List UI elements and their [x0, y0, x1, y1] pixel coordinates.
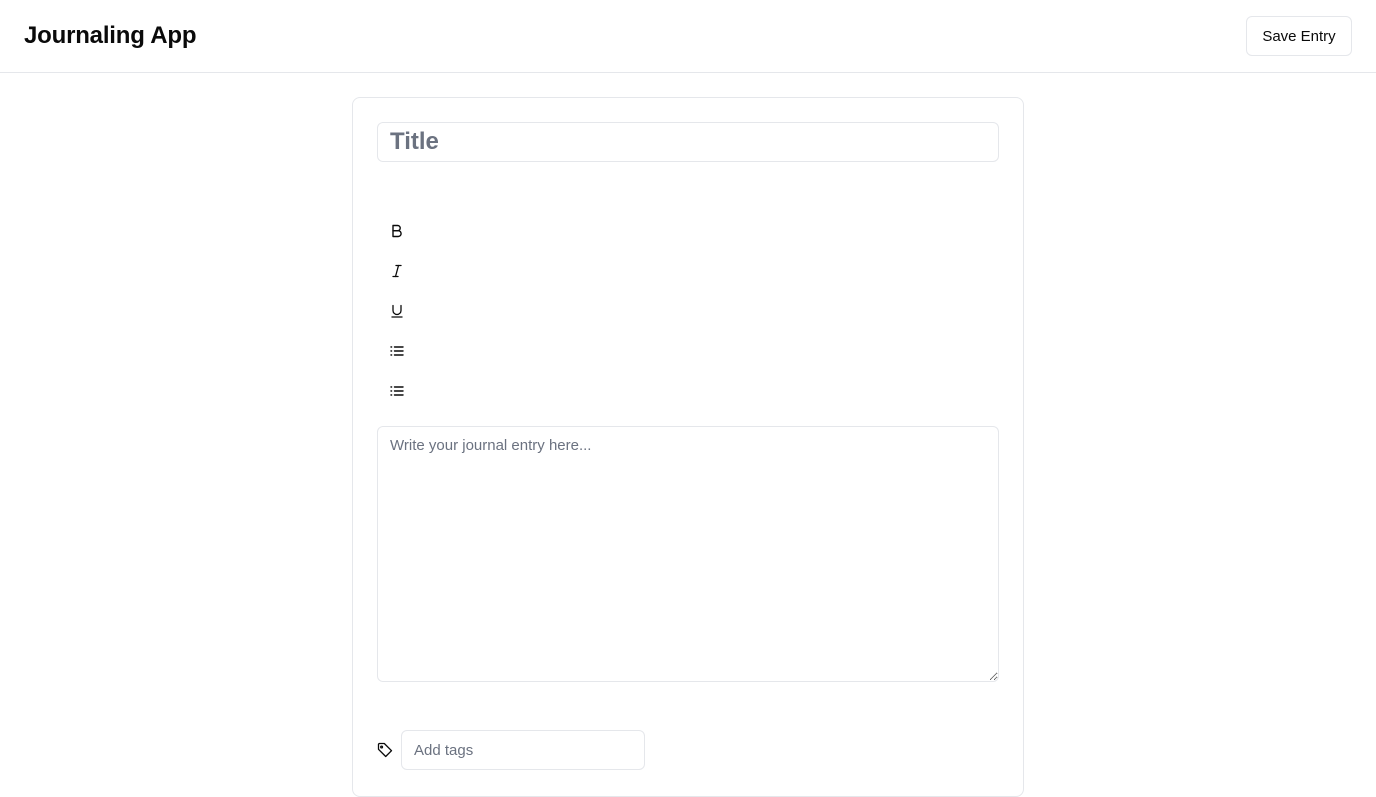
app-title: Journaling App [24, 22, 197, 49]
formatting-toolbar [377, 211, 417, 411]
numbered-list-button[interactable] [377, 371, 417, 411]
tag-icon [377, 742, 393, 758]
app-header: Journaling App Save Entry [0, 0, 1376, 73]
title-input[interactable] [377, 122, 999, 162]
editor-card [352, 97, 1024, 797]
tags-row [377, 730, 645, 770]
list-icon [389, 383, 405, 399]
journal-entry-textarea[interactable] [377, 426, 999, 682]
save-entry-button[interactable]: Save Entry [1246, 16, 1352, 56]
italic-button[interactable] [377, 251, 417, 291]
bold-button[interactable] [377, 211, 417, 251]
bold-icon [389, 223, 405, 239]
italic-icon [389, 263, 405, 279]
underline-button[interactable] [377, 291, 417, 331]
underline-icon [389, 303, 405, 319]
list-icon [389, 343, 405, 359]
bullet-list-button[interactable] [377, 331, 417, 371]
tags-input[interactable] [401, 730, 645, 770]
